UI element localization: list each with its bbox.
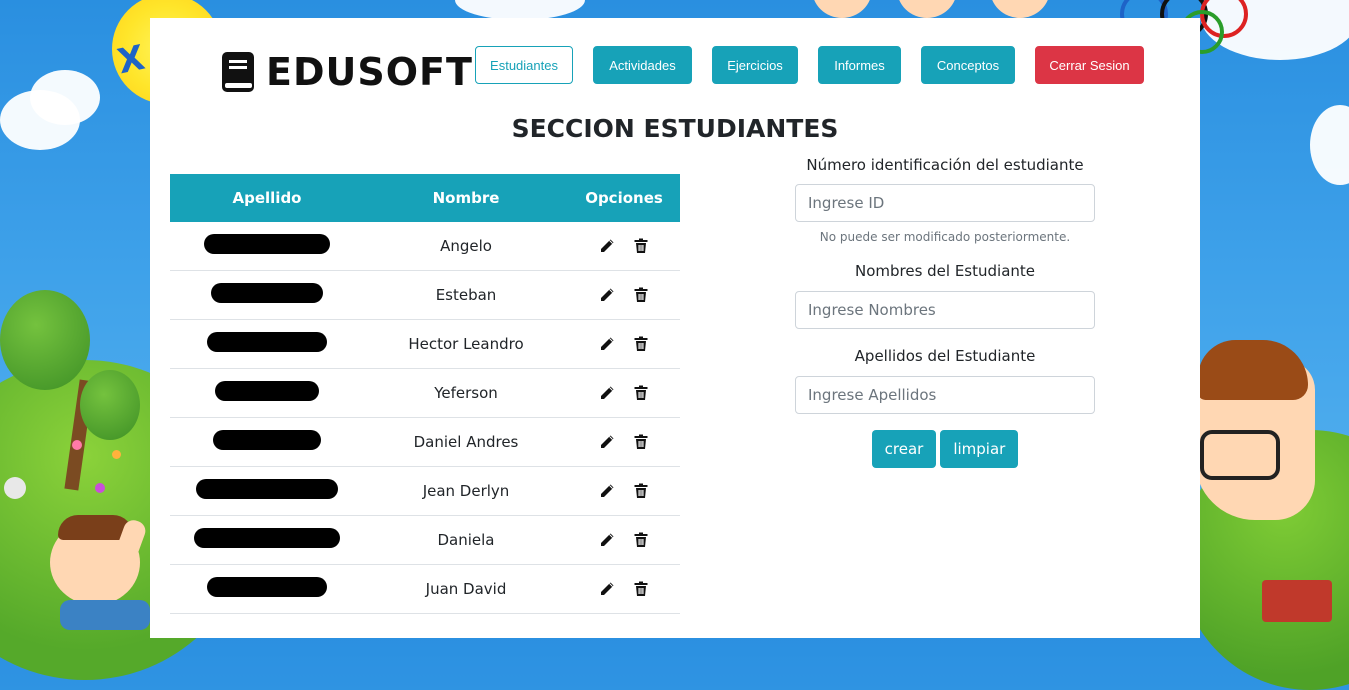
table-row: Jean Derlyn (170, 467, 680, 516)
options-cell (568, 238, 680, 254)
page-title: SECCION ESTUDIANTES (511, 114, 839, 143)
nombre-cell: Daniel Andres (413, 433, 519, 451)
id-label: Número identificación del estudiante (806, 156, 1084, 174)
trash-icon[interactable] (633, 336, 649, 352)
table-row: Yeferson (170, 369, 680, 418)
trash-icon[interactable] (633, 385, 649, 401)
nombre-cell: Juan David (425, 580, 507, 598)
nombre-cell: Yeferson (434, 384, 498, 402)
limpiar-button[interactable]: limpiar (940, 430, 1019, 468)
table-row: Juan David (170, 565, 680, 614)
id-help-text: No puede ser modificado posteriormente. (819, 230, 1071, 244)
table-row: Hector Leandro (170, 320, 680, 369)
apellido-cell (170, 283, 364, 307)
table-body: Angelo Esteban Hector Leandro Yeferson Danie… (170, 222, 680, 614)
apellidos-input[interactable] (795, 376, 1095, 414)
id-input[interactable] (795, 184, 1095, 222)
pencil-icon[interactable] (599, 434, 615, 450)
apellidos-label: Apellidos del Estudiante (854, 347, 1036, 365)
header-opciones: Opciones (585, 189, 663, 207)
pencil-icon[interactable] (599, 483, 615, 499)
redacted-apellido (207, 332, 327, 352)
redacted-apellido (204, 234, 330, 254)
options-cell (568, 434, 680, 450)
options-cell (568, 385, 680, 401)
trash-icon[interactable] (633, 287, 649, 303)
options-cell (568, 532, 680, 548)
header-apellido: Apellido (232, 189, 302, 207)
students-table: Apellido Nombre Opciones Angelo Esteban He… (170, 174, 680, 614)
nombre-cell: Daniela (437, 531, 495, 549)
trash-icon[interactable] (633, 581, 649, 597)
redacted-apellido (207, 577, 327, 597)
redacted-apellido (213, 430, 321, 450)
table-row: Esteban (170, 271, 680, 320)
nav-conceptos-button[interactable]: Conceptos (921, 46, 1015, 84)
nombres-label: Nombres del Estudiante (854, 262, 1036, 280)
apellido-cell (170, 381, 364, 405)
pencil-icon[interactable] (599, 287, 615, 303)
redacted-apellido (196, 479, 338, 499)
table-row: Daniel Andres (170, 418, 680, 467)
pencil-icon[interactable] (599, 238, 615, 254)
main-card: EDUSOFT Estudiantes Actividades Ejercici… (150, 18, 1200, 638)
pencil-icon[interactable] (599, 532, 615, 548)
apellido-cell (170, 479, 364, 503)
trash-icon[interactable] (633, 532, 649, 548)
pencil-icon[interactable] (599, 581, 615, 597)
table-row: Daniela (170, 516, 680, 565)
brand[interactable]: EDUSOFT (220, 50, 473, 94)
redacted-apellido (194, 528, 340, 548)
nombres-input[interactable] (795, 291, 1095, 329)
nombre-cell: Hector Leandro (408, 335, 524, 353)
options-cell (568, 483, 680, 499)
redacted-apellido (215, 381, 319, 401)
pencil-icon[interactable] (599, 336, 615, 352)
trash-icon[interactable] (633, 238, 649, 254)
book-icon (220, 51, 256, 93)
nombre-cell: Angelo (440, 237, 492, 255)
pencil-icon[interactable] (599, 385, 615, 401)
table-header: Apellido Nombre Opciones (170, 174, 680, 222)
brand-name: EDUSOFT (266, 50, 473, 94)
options-cell (568, 581, 680, 597)
options-cell (568, 287, 680, 303)
redacted-apellido (211, 283, 323, 303)
logout-button[interactable]: Cerrar Sesion (1035, 46, 1144, 84)
nav-actividades-button[interactable]: Actividades (593, 46, 692, 84)
nav-informes-button[interactable]: Informes (818, 46, 901, 84)
apellido-cell (170, 430, 364, 454)
apellido-cell (170, 332, 364, 356)
nav-estudiantes-button[interactable]: Estudiantes (475, 46, 573, 84)
table-row: Angelo (170, 222, 680, 271)
header-nombre: Nombre (432, 189, 500, 207)
trash-icon[interactable] (633, 483, 649, 499)
options-cell (568, 336, 680, 352)
apellido-cell (170, 528, 364, 552)
student-form: Número identificación del estudiante No … (795, 156, 1095, 468)
nombre-cell: Jean Derlyn (422, 482, 510, 500)
nav-ejercicios-button[interactable]: Ejercicios (712, 46, 798, 84)
crear-button[interactable]: crear (871, 430, 937, 468)
nombre-cell: Esteban (435, 286, 497, 304)
apellido-cell (170, 577, 364, 601)
trash-icon[interactable] (633, 434, 649, 450)
apellido-cell (170, 234, 364, 258)
